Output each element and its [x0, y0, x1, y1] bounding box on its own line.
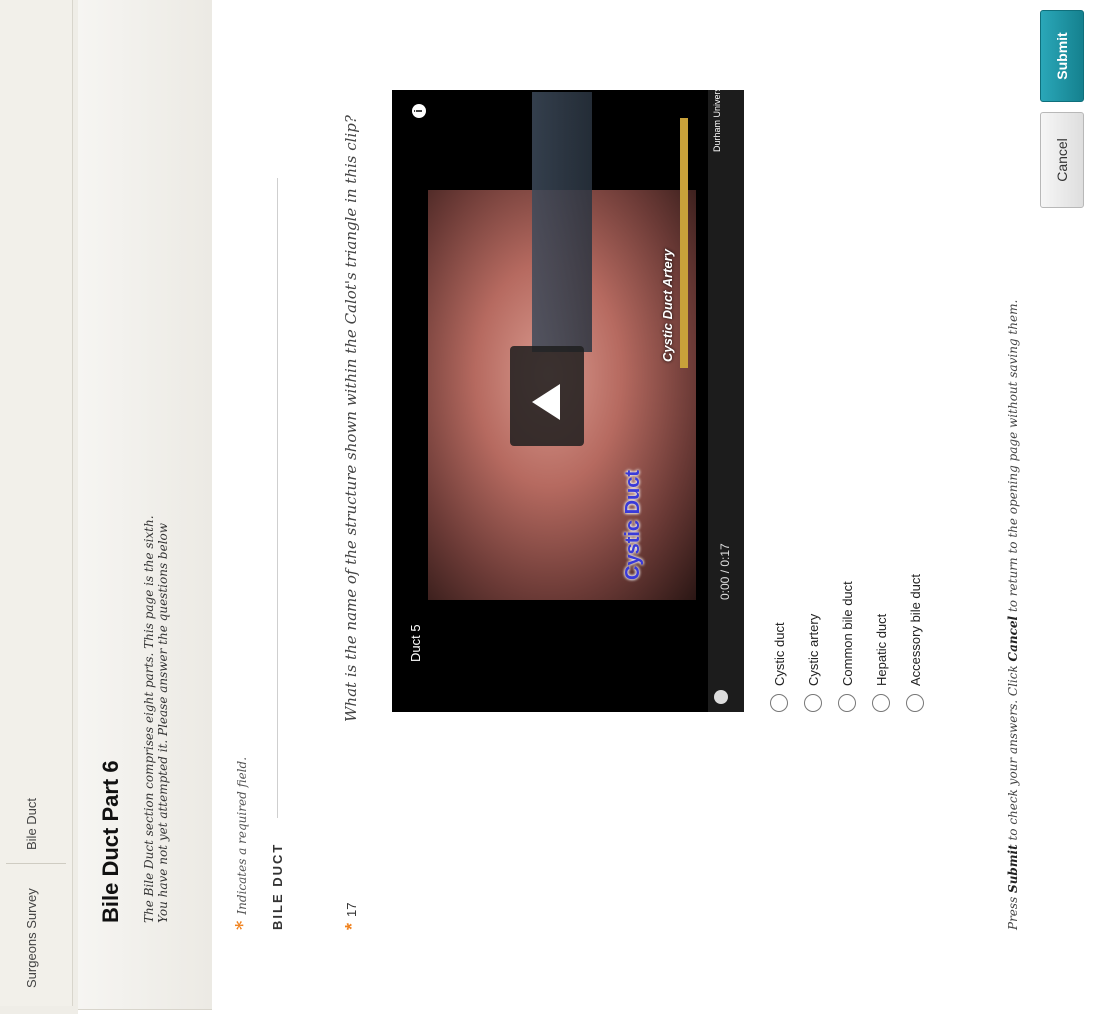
footer-instructions: Press Submit to check your answers. Clic… [1006, 300, 1020, 930]
page-header: Bile Duct Part 6 The Bile Duct section c… [78, 0, 212, 1010]
video-overlay-label: Cystic Duct [622, 469, 644, 580]
footer-submit-word: Submit [1006, 844, 1020, 893]
question-number-text: 17 [344, 902, 359, 917]
radio-button[interactable] [770, 694, 788, 712]
breadcrumb-bar: Surgeons Survey Bile Duct [0, 0, 78, 1014]
option-label: Cystic artery [805, 613, 821, 686]
breadcrumb: Surgeons Survey Bile Duct [0, 0, 73, 1006]
option-label: Cystic duct [771, 622, 787, 686]
required-note-text: Indicates a required field. [235, 756, 249, 915]
footer-text: Press [1006, 892, 1020, 930]
footer-cancel-word: Cancel [1006, 615, 1020, 662]
option-cystic-artery[interactable]: Cystic artery [796, 574, 830, 712]
required-field-note: * Indicates a required field. [232, 757, 253, 930]
scrubber-handle[interactable] [714, 690, 728, 704]
video-title: Duct 5 [408, 624, 423, 662]
submit-button[interactable]: Submit [1040, 10, 1084, 102]
footer-text: to check your answers. Click [1006, 661, 1020, 845]
video-instrument [532, 92, 592, 352]
question-text: What is the name of the structure shown … [342, 115, 360, 722]
section-divider [277, 178, 278, 818]
option-cystic-duct[interactable]: Cystic duct [762, 574, 796, 712]
durham-logo: Durham University [712, 77, 722, 152]
option-label: Hepatic duct [873, 613, 889, 686]
video-controls [708, 90, 744, 712]
radio-button[interactable] [804, 694, 822, 712]
description-line-1: The Bile Duct section comprises eight pa… [142, 515, 156, 923]
radio-button[interactable] [838, 694, 856, 712]
required-star-icon: * [232, 920, 253, 930]
info-icon[interactable]: i [412, 104, 426, 118]
page-rotated: Surgeons Survey Bile Duct Bile Duct Part… [0, 0, 1097, 1014]
cancel-button[interactable]: Cancel [1040, 112, 1084, 208]
breadcrumb-item-surgeons-survey[interactable]: Surgeons Survey [24, 888, 39, 988]
option-label: Common bile duct [839, 581, 855, 686]
radio-button[interactable] [906, 694, 924, 712]
breadcrumb-item-bile-duct[interactable]: Bile Duct [24, 798, 39, 850]
radio-button[interactable] [872, 694, 890, 712]
required-star-icon: * [342, 922, 362, 930]
video-overlay-bar [680, 118, 688, 368]
video-overlay-label-2: Cystic Duct Artery [660, 249, 675, 362]
answer-options: Cystic duct Cystic artery Common bile du… [762, 574, 932, 712]
option-common-bile-duct[interactable]: Common bile duct [830, 574, 864, 712]
option-label: Accessory bile duct [907, 574, 923, 686]
section-heading: BILE DUCT [270, 842, 285, 930]
page-title: Bile Duct Part 6 [98, 760, 123, 923]
video-player[interactable]: Duct 5 i Cystic Duct Cystic Duct Artery … [392, 78, 744, 712]
option-accessory-bile-duct[interactable]: Accessory bile duct [898, 574, 932, 712]
video-time: 0:00 / 0:17 [718, 543, 732, 600]
question-number: * 17 [342, 903, 363, 930]
option-hepatic-duct[interactable]: Hepatic duct [864, 574, 898, 712]
page-description: The Bile Duct section comprises eight pa… [142, 515, 170, 923]
footer-text: to return to the opening page without sa… [1006, 299, 1020, 616]
play-icon[interactable] [510, 346, 584, 446]
breadcrumb-divider [6, 863, 66, 864]
description-line-2: You have not yet attempted it. Please an… [156, 522, 170, 923]
